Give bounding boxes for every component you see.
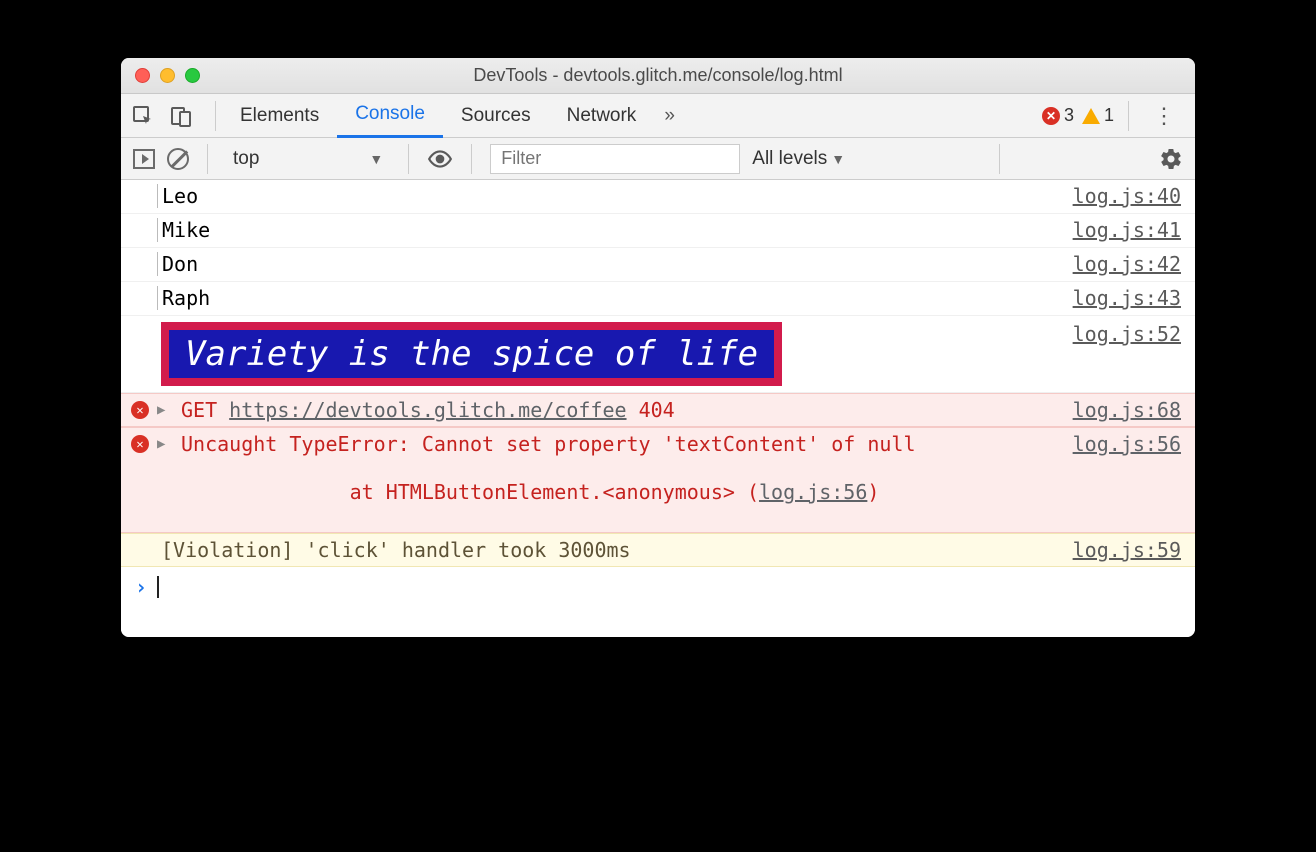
window-title: DevTools - devtools.glitch.me/console/lo… (121, 65, 1195, 86)
http-method: GET (181, 398, 217, 422)
error-icon: ✕ (131, 435, 149, 453)
divider (207, 144, 208, 174)
log-row[interactable]: Mike log.js:41 (121, 214, 1195, 248)
stack-suffix: ) (867, 480, 879, 504)
request-url[interactable]: https://devtools.glitch.me/coffee (229, 398, 626, 422)
divider (215, 101, 216, 131)
tab-console[interactable]: Console (337, 94, 443, 138)
log-row[interactable]: Leo log.js:40 (121, 180, 1195, 214)
log-text: Mike (157, 218, 1073, 242)
context-selector[interactable]: top ▼ (226, 145, 390, 173)
error-icon: ✕ (1042, 107, 1060, 125)
context-value: top (233, 148, 259, 170)
traffic-lights (135, 68, 200, 83)
log-text: Raph (157, 286, 1073, 310)
expand-icon[interactable]: ▶ (157, 398, 177, 418)
inspect-icon[interactable] (131, 104, 155, 128)
prompt-chevron-icon: › (135, 575, 147, 599)
tab-sources[interactable]: Sources (443, 94, 549, 138)
input-cursor (157, 576, 159, 598)
error-count-badge[interactable]: ✕ 3 (1042, 105, 1074, 126)
http-status: 404 (639, 398, 675, 422)
source-link[interactable]: log.js:52 (1073, 322, 1181, 346)
console-toolbar: top ▼ All levels ▼ (121, 138, 1195, 180)
sidebar-toggle-icon[interactable] (133, 149, 155, 169)
log-text: Leo (157, 184, 1073, 208)
chevron-down-icon: ▼ (831, 151, 845, 167)
source-link[interactable]: log.js:40 (1073, 184, 1181, 208)
source-link[interactable]: log.js:56 (1073, 432, 1181, 456)
chevron-down-icon: ▼ (369, 151, 383, 167)
warn-count: 1 (1104, 105, 1114, 126)
violation-text: [Violation] 'click' handler took 3000ms (157, 538, 1073, 562)
source-link[interactable]: log.js:59 (1073, 538, 1181, 562)
gear-icon[interactable] (1159, 147, 1183, 171)
log-text: Don (157, 252, 1073, 276)
warn-count-badge[interactable]: 1 (1082, 105, 1114, 126)
titlebar: DevTools - devtools.glitch.me/console/lo… (121, 58, 1195, 94)
source-link[interactable]: log.js:43 (1073, 286, 1181, 310)
error-message: Uncaught TypeError: Cannot set property … (181, 432, 1073, 456)
warning-icon (1082, 108, 1100, 124)
clear-console-icon[interactable] (167, 148, 189, 170)
log-row-styled[interactable]: Variety is the spice of life log.js:52 (121, 316, 1195, 393)
tab-elements[interactable]: Elements (222, 94, 337, 138)
divider (408, 144, 409, 174)
console-output: Leo log.js:40 Mike log.js:41 Don log.js:… (121, 180, 1195, 637)
violation-row[interactable]: [Violation] 'click' handler took 3000ms … (121, 533, 1195, 567)
device-toggle-icon[interactable] (169, 104, 193, 128)
console-prompt[interactable]: › (121, 567, 1195, 607)
minimize-icon[interactable] (160, 68, 175, 83)
tabs-overflow-icon[interactable]: » (664, 105, 675, 127)
live-expression-icon[interactable] (427, 146, 453, 172)
error-icon: ✕ (131, 401, 149, 419)
filter-input[interactable] (490, 144, 740, 174)
tab-network[interactable]: Network (549, 94, 655, 138)
stack-link[interactable]: log.js:56 (759, 480, 867, 504)
error-count: 3 (1064, 105, 1074, 126)
tabs-row: Elements Console Sources Network » ✕ 3 1… (121, 94, 1195, 138)
stack-prefix: at HTMLButtonElement.<anonymous> ( (301, 480, 759, 504)
source-link[interactable]: log.js:41 (1073, 218, 1181, 242)
source-link[interactable]: log.js:42 (1073, 252, 1181, 276)
log-row[interactable]: Don log.js:42 (121, 248, 1195, 282)
kebab-menu-icon[interactable]: ⋮ (1143, 103, 1185, 129)
devtools-window: DevTools - devtools.glitch.me/console/lo… (121, 58, 1195, 637)
close-icon[interactable] (135, 68, 150, 83)
error-row-exception[interactable]: ✕ ▶ Uncaught TypeError: Cannot set prope… (121, 427, 1195, 533)
styled-log-text: Variety is the spice of life (161, 322, 782, 386)
error-row-network[interactable]: ✕ ▶ GET https://devtools.glitch.me/coffe… (121, 393, 1195, 427)
divider (471, 144, 472, 174)
divider (999, 144, 1000, 174)
levels-label: All levels (752, 148, 827, 170)
source-link[interactable]: log.js:68 (1073, 398, 1181, 422)
divider (1128, 101, 1129, 131)
log-levels-selector[interactable]: All levels ▼ (752, 148, 845, 170)
log-row[interactable]: Raph log.js:43 (121, 282, 1195, 316)
zoom-icon[interactable] (185, 68, 200, 83)
expand-icon[interactable]: ▶ (157, 432, 177, 452)
